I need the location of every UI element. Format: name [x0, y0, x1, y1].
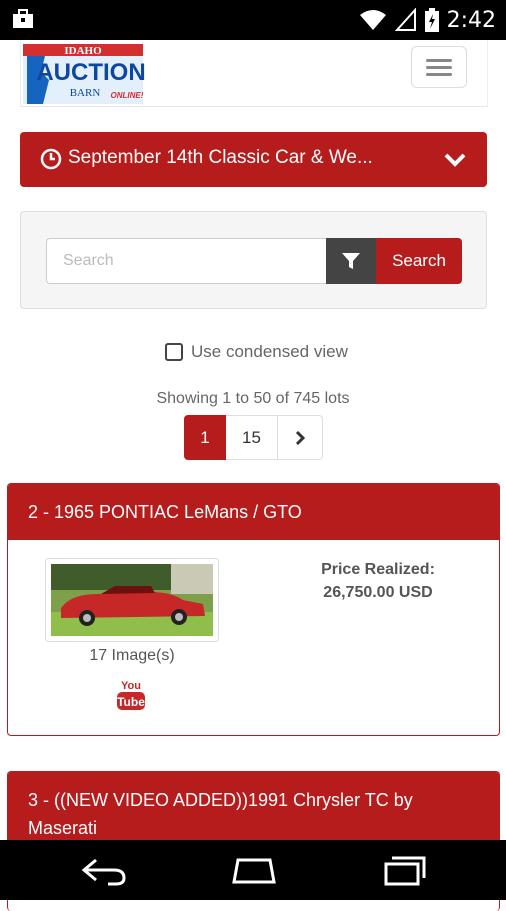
next-page-button[interactable] [278, 415, 323, 460]
search-button[interactable]: Search [376, 238, 462, 284]
funnel-icon [342, 253, 360, 269]
home-icon[interactable] [228, 854, 280, 886]
search-input[interactable]: Search [46, 238, 326, 284]
car-photo [51, 564, 213, 636]
clock-icon [40, 148, 62, 170]
condensed-checkbox[interactable] [165, 343, 183, 361]
lot-count-summary: Showing 1 to 50 of 745 lots [156, 390, 350, 407]
recents-icon[interactable] [382, 854, 428, 886]
youtube-icon[interactable]: You Tube [116, 677, 146, 711]
lot-card[interactable]: 2 - 1965 PONTIAC LeMans / GTO 17 Image(s… [7, 483, 500, 736]
chevron-down-icon [444, 153, 466, 167]
signal-icon [394, 8, 416, 31]
battery-icon [424, 8, 439, 32]
logo-line1: IDAHO [64, 45, 102, 57]
auction-selector[interactable]: September 14th Classic Car & We... [20, 132, 487, 187]
logo-line3: BARN [70, 87, 101, 99]
clock-time: 2:42 [446, 7, 496, 33]
youtube-icon-text: You [121, 680, 141, 692]
chevron-right-icon [295, 430, 306, 445]
search-placeholder: Search [63, 252, 114, 269]
hamburger-icon [426, 59, 452, 62]
logo-line2: AUCTION [36, 59, 145, 86]
condensed-view-label: Use condensed view [191, 342, 348, 361]
price-value: 26,750.00 USD [323, 584, 433, 601]
hamburger-line [426, 66, 452, 69]
search-panel: Search Search [20, 211, 487, 309]
idaho-auction-barn-logo[interactable]: IDAHO AUCTION BARN ONLINE! [23, 42, 145, 106]
briefcase-icon [13, 9, 33, 28]
page-current[interactable]: 1 [184, 415, 226, 460]
lot-thumbnail[interactable] [45, 558, 219, 642]
site-header: IDAHO AUCTION BARN ONLINE! [20, 40, 488, 107]
lot-title[interactable]: 2 - 1965 PONTIAC LeMans / GTO [8, 484, 499, 540]
page-last[interactable]: 15 [226, 415, 278, 460]
android-nav-bar [0, 840, 506, 900]
hamburger-line [426, 73, 452, 76]
status-bar: 2:42 [0, 0, 506, 40]
pagination: 1 15 [184, 415, 323, 460]
price-realized: Price Realized: 26,750.00 USD [278, 558, 478, 604]
price-label: Price Realized: [321, 561, 435, 578]
wifi-icon [359, 10, 386, 30]
condensed-view-toggle[interactable]: Use condensed view [165, 340, 348, 364]
auction-title: September 14th Classic Car & We... [68, 147, 373, 168]
image-count[interactable]: 17 Image(s) [45, 647, 219, 665]
back-icon[interactable] [80, 854, 128, 886]
hamburger-menu-button[interactable] [411, 46, 467, 88]
youtube-icon-text: Tube [117, 695, 145, 709]
filter-button[interactable] [326, 238, 376, 284]
logo-line4: ONLINE! [111, 91, 144, 100]
